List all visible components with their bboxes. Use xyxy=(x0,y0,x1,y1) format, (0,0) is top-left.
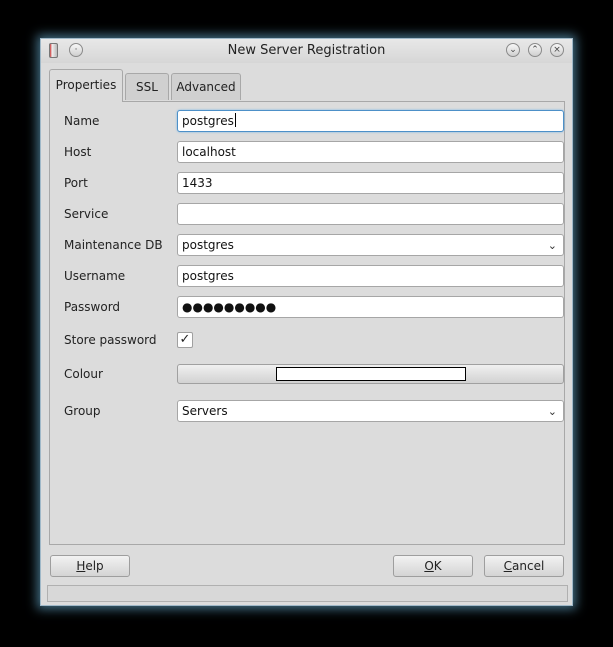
name-label: Name xyxy=(64,114,100,128)
text-caret xyxy=(234,113,236,127)
colour-label: Colour xyxy=(64,367,103,381)
maintenance-db-value: postgres xyxy=(182,238,234,252)
status-bar xyxy=(47,585,568,602)
checkmark-icon: ✓ xyxy=(179,332,191,347)
service-field[interactable] xyxy=(177,203,564,225)
cancel-mnemonic: C xyxy=(503,559,513,573)
help-mnemonic: H xyxy=(76,559,86,573)
service-label: Service xyxy=(64,207,109,221)
colour-swatch xyxy=(276,367,466,381)
title-bar[interactable]: · New Server Registration ⌄ ⌃ × xyxy=(41,39,572,63)
maintenance-db-select[interactable]: postgres ⌄ xyxy=(177,234,564,256)
username-label: Username xyxy=(64,269,126,283)
properties-panel: Name postgres Host localhost Port 1433 S… xyxy=(49,101,565,545)
name-value: postgres xyxy=(182,114,234,128)
help-label-rest: elp xyxy=(85,559,104,573)
port-field[interactable]: 1433 xyxy=(177,172,564,194)
username-field[interactable]: postgres xyxy=(177,265,564,287)
cancel-label-rest: ancel xyxy=(512,559,545,573)
name-field[interactable]: postgres xyxy=(177,110,564,132)
tab-advanced[interactable]: Advanced xyxy=(171,73,241,100)
maintenance-db-label: Maintenance DB xyxy=(64,238,163,252)
tab-ssl[interactable]: SSL xyxy=(125,73,169,100)
port-label: Port xyxy=(64,176,88,190)
close-icon[interactable]: × xyxy=(550,43,564,57)
help-button[interactable]: Help xyxy=(50,555,130,577)
group-value: Servers xyxy=(182,404,228,418)
colour-button[interactable] xyxy=(177,364,564,384)
store-password-label: Store password xyxy=(64,333,157,347)
host-label: Host xyxy=(64,145,92,159)
maximize-icon[interactable]: ⌃ xyxy=(528,43,542,57)
chevron-down-icon: ⌄ xyxy=(547,405,557,418)
password-field[interactable]: ●●●●●●●●● xyxy=(177,296,564,318)
minimize-icon[interactable]: ⌄ xyxy=(506,43,520,57)
ok-mnemonic: O xyxy=(424,559,434,573)
ok-label-rest: K xyxy=(433,559,442,573)
store-password-checkbox[interactable]: ✓ xyxy=(177,332,193,348)
password-label: Password xyxy=(64,300,121,314)
window-title: New Server Registration xyxy=(227,43,386,58)
group-select[interactable]: Servers ⌄ xyxy=(177,400,564,422)
group-label: Group xyxy=(64,404,101,418)
tab-properties[interactable]: Properties xyxy=(49,69,123,102)
cancel-button[interactable]: Cancel xyxy=(484,555,564,577)
ok-button[interactable]: OK xyxy=(393,555,473,577)
chevron-down-icon: ⌄ xyxy=(547,239,557,252)
host-field[interactable]: localhost xyxy=(177,141,564,163)
dialog-window: · New Server Registration ⌄ ⌃ × Properti… xyxy=(40,38,573,606)
